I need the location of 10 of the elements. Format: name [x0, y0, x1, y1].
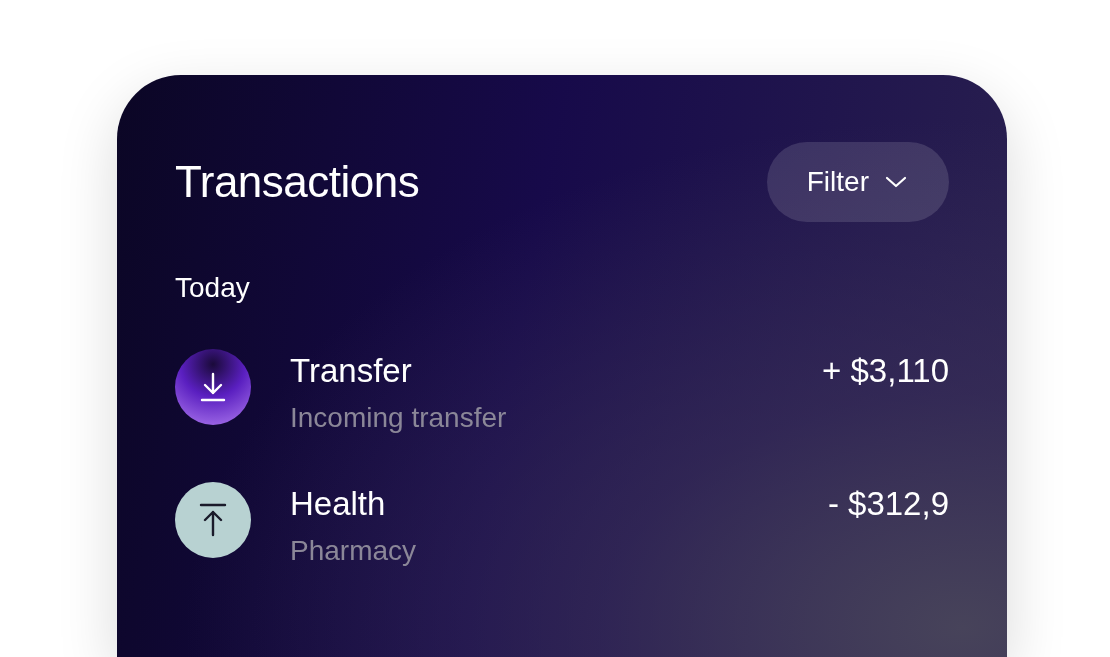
- chevron-down-icon: [885, 176, 907, 188]
- transaction-amount: + $3,110: [822, 351, 949, 391]
- transaction-subtitle: Pharmacy: [290, 534, 417, 568]
- transaction-title: Health: [290, 484, 386, 524]
- transaction-title: Transfer: [290, 351, 412, 391]
- section-label: Today: [175, 271, 251, 305]
- card-title: Transactions: [175, 157, 420, 207]
- filter-button[interactable]: Filter: [766, 142, 949, 222]
- transaction-amount: - $312,9: [827, 484, 949, 524]
- transaction-subtitle: Incoming transfer: [290, 401, 507, 435]
